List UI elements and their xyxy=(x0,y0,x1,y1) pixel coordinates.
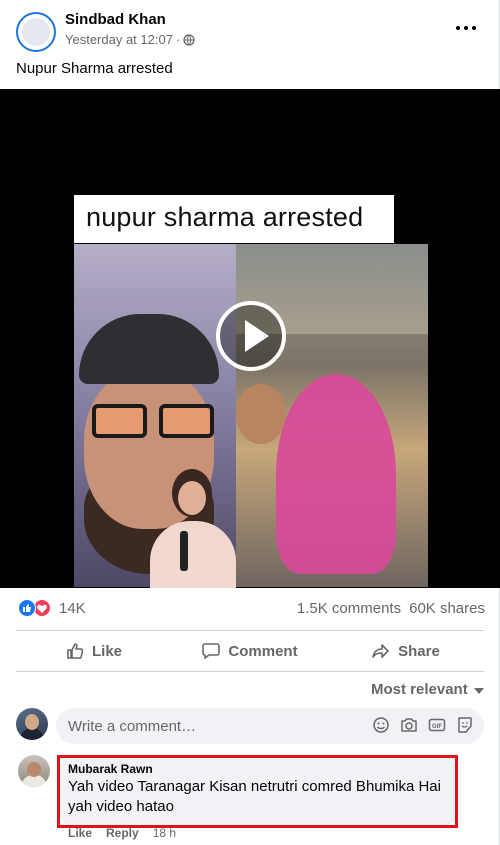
comment-actions: Like Reply 18 h xyxy=(68,826,176,840)
comment-button[interactable]: Comment xyxy=(172,632,328,670)
engagement-counts: 1.5K comments 60K shares xyxy=(297,600,485,617)
comment-icon xyxy=(202,643,221,659)
inset-speaker xyxy=(150,469,236,588)
camera-icon[interactable] xyxy=(400,716,418,734)
comment-label: Comment xyxy=(228,642,298,660)
like-label: Like xyxy=(91,642,122,660)
post-timestamp[interactable]: Yesterday at 12:07 xyxy=(65,32,173,47)
facebook-post: Sindbad Khan Yesterday at 12:07 · Nupur … xyxy=(0,0,500,845)
sort-label: Most relevant xyxy=(371,681,468,698)
like-reaction-icon xyxy=(18,599,36,617)
globe-icon xyxy=(183,33,195,46)
composer-tools: GIF xyxy=(372,716,474,734)
comment-reply-link[interactable]: Reply xyxy=(106,826,139,840)
comments-count[interactable]: 1.5K comments xyxy=(297,600,401,617)
more-options-button[interactable] xyxy=(456,18,476,38)
share-icon xyxy=(372,644,389,658)
shares-count[interactable]: 60K shares xyxy=(409,600,485,617)
divider xyxy=(16,630,484,631)
comment-placeholder: Write a comment… xyxy=(68,718,197,735)
play-icon[interactable] xyxy=(216,301,286,371)
gif-icon[interactable]: GIF xyxy=(428,716,446,734)
post-meta: Yesterday at 12:07 · xyxy=(65,32,195,47)
author-avatar[interactable] xyxy=(16,12,56,52)
comment-like-link[interactable]: Like xyxy=(68,826,92,840)
commenter-avatar[interactable] xyxy=(18,755,50,787)
author-name[interactable]: Sindbad Khan xyxy=(65,11,166,28)
video-overlay-title: nupur sharma arrested xyxy=(86,202,364,232)
share-button[interactable]: Share xyxy=(328,632,484,670)
comment-sort-dropdown[interactable]: Most relevant xyxy=(371,681,484,698)
reaction-count: 14K xyxy=(59,599,86,617)
like-button[interactable]: Like xyxy=(16,632,172,670)
reaction-summary[interactable]: 14K xyxy=(18,599,86,617)
chevron-down-icon xyxy=(473,687,484,694)
meta-separator: · xyxy=(175,32,181,47)
post-caption: Nupur Sharma arrested xyxy=(16,60,173,77)
thumbs-up-icon xyxy=(67,643,84,659)
red-highlight-box xyxy=(57,755,458,828)
divider xyxy=(16,671,484,672)
comment-input[interactable]: Write a comment… GIF xyxy=(56,708,484,744)
emoji-icon[interactable] xyxy=(372,716,390,734)
sticker-icon[interactable] xyxy=(456,716,474,734)
share-label: Share xyxy=(398,642,440,660)
svg-text:GIF: GIF xyxy=(432,724,442,730)
current-user-avatar xyxy=(16,708,48,740)
comment-age[interactable]: 18 h xyxy=(153,826,176,840)
video-player[interactable]: nupur sharma arrested xyxy=(0,89,500,588)
video-frame-right xyxy=(236,244,428,587)
action-bar: Like Comment Share xyxy=(16,632,484,670)
